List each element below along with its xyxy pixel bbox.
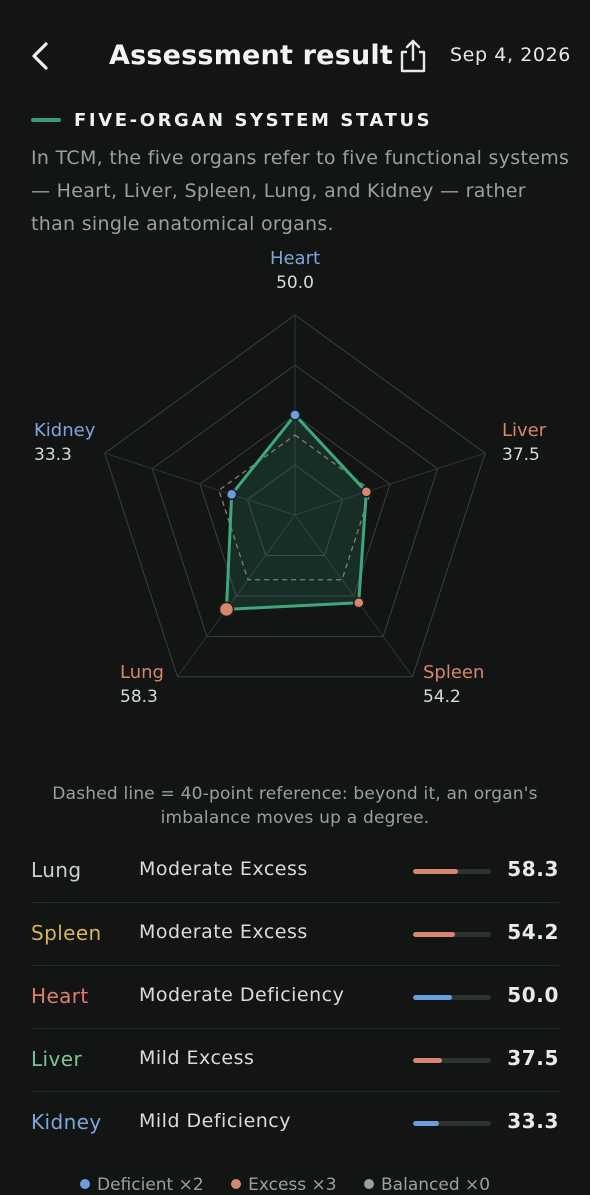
chevron-left-icon: [32, 42, 48, 70]
score-bar: [413, 869, 491, 874]
score-bar-fill: [413, 869, 459, 874]
axis-label-lung: Lung 58.3: [120, 661, 164, 709]
axis-value: 37.5: [502, 445, 540, 465]
axis-name: Heart: [269, 248, 321, 269]
legend: Deficient ×2 Excess ×3 Balanced ×0: [80, 1175, 540, 1195]
axis-value: 33.3: [34, 445, 72, 465]
axis-name: Kidney: [34, 420, 96, 441]
organ-status: Mild Excess: [139, 1047, 255, 1069]
section-title: FIVE-ORGAN SYSTEM STATUS: [74, 110, 433, 131]
organ-name: Liver: [31, 1047, 83, 1071]
data-point-lung: [218, 601, 235, 618]
legend-dot: [80, 1179, 90, 1189]
axis-value: 50.0: [276, 273, 314, 293]
axis-label-spleen: Spleen 54.2: [423, 661, 484, 709]
organ-status: Moderate Excess: [139, 858, 308, 880]
assessment-date: Sep 4, 2026: [450, 44, 571, 66]
table-row[interactable]: Liver Mild Excess 37.5: [31, 1029, 559, 1092]
legend-item-deficient: Deficient ×2: [80, 1175, 204, 1195]
organ-score: 37.5: [507, 1046, 559, 1070]
axis-value: 54.2: [423, 687, 461, 707]
radar-chart-svg: [104, 314, 486, 678]
score-bar: [413, 1058, 491, 1063]
organ-table: Lung Moderate Excess 58.3 Spleen Moderat…: [31, 840, 559, 1154]
table-row[interactable]: Kidney Mild Deficiency 33.3: [31, 1092, 559, 1154]
score-bar-fill: [413, 1058, 443, 1063]
legend-dot: [364, 1179, 375, 1189]
data-polygon: [224, 413, 368, 611]
organ-score: 33.3: [507, 1109, 559, 1133]
score-bar-fill: [413, 1121, 439, 1126]
organ-status: Moderate Excess: [139, 921, 308, 943]
table-row[interactable]: Spleen Moderate Excess 54.2: [31, 903, 559, 966]
axis-value: 58.3: [120, 687, 158, 707]
table-row[interactable]: Heart Moderate Deficiency 50.0: [31, 966, 559, 1029]
axis-label-heart: Heart 50.0: [270, 247, 320, 295]
organ-status: Moderate Deficiency: [139, 984, 345, 1006]
back-button[interactable]: [26, 38, 58, 74]
legend-item-balanced: Balanced ×0: [364, 1175, 490, 1195]
legend-item-excess: Excess ×3: [231, 1175, 337, 1195]
section-description: In TCM, the five organs refer to five fu…: [31, 147, 570, 235]
radar-chart: Heart 50.0 Liver 37.5 Spleen 54.2 Lung 5…: [0, 240, 590, 720]
legend-dot: [231, 1179, 242, 1189]
score-bar-fill: [413, 995, 452, 1000]
score-bar-fill: [413, 932, 456, 937]
axis-name: Lung: [120, 662, 164, 683]
legend-label: Excess ×3: [248, 1175, 337, 1195]
axis-label-kidney: Kidney 33.3: [34, 419, 95, 467]
organ-name: Heart: [31, 984, 89, 1008]
axis-name: Spleen: [423, 662, 485, 683]
axis-name: Liver: [502, 420, 547, 441]
data-point-liver: [360, 486, 373, 498]
data-point-spleen: [352, 596, 365, 609]
data-point-kidney: [225, 488, 238, 501]
page-title: Assessment result: [109, 40, 393, 71]
data-point-heart: [289, 409, 301, 421]
organ-name: Lung: [31, 858, 82, 882]
axis-label-liver: Liver 37.5: [502, 419, 546, 467]
score-bar: [413, 995, 491, 1000]
reference-note: Dashed line = 40-point reference: beyond…: [52, 784, 538, 828]
section-accent-bar: [31, 118, 61, 122]
table-row[interactable]: Lung Moderate Excess 58.3: [31, 840, 559, 903]
organ-name: Kidney: [31, 1110, 102, 1134]
legend-label: Balanced ×0: [381, 1175, 491, 1195]
app-header: Assessment result Sep 4, 2026: [0, 0, 590, 112]
score-bar: [413, 1121, 491, 1126]
share-button[interactable]: [396, 38, 430, 74]
score-bar: [413, 932, 491, 937]
organ-score: 50.0: [507, 983, 559, 1007]
share-icon: [400, 39, 426, 73]
organ-score: 54.2: [507, 920, 559, 944]
legend-label: Deficient ×2: [97, 1175, 204, 1195]
organ-status: Mild Deficiency: [139, 1110, 291, 1132]
organ-score: 58.3: [507, 857, 559, 881]
organ-name: Spleen: [31, 921, 102, 945]
